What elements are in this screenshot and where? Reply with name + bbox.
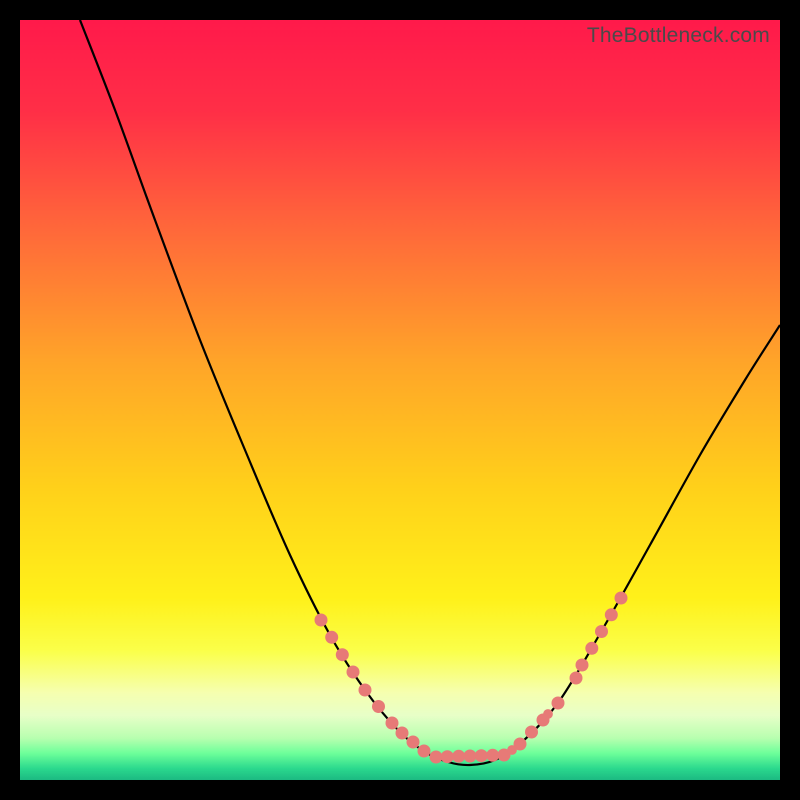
- bead-dot: [516, 740, 525, 749]
- bead-dot: [407, 736, 420, 749]
- bead-dot: [420, 747, 429, 756]
- bead-dot: [554, 699, 563, 708]
- bead-dot: [349, 668, 358, 677]
- chart-frame: TheBottleneck.com: [20, 20, 780, 780]
- bead-dot: [525, 726, 538, 739]
- bead-dot: [543, 709, 553, 719]
- bead-dot: [452, 750, 465, 763]
- bead-dot: [605, 608, 618, 621]
- bead-dot: [317, 616, 326, 625]
- bead-dot: [585, 642, 598, 655]
- bottleneck-curve-path: [80, 20, 780, 765]
- bead-dot: [617, 594, 626, 603]
- bead-dot: [500, 751, 509, 760]
- bead-dot: [507, 745, 517, 755]
- bead-dot: [595, 625, 608, 638]
- bead-dot: [464, 750, 477, 763]
- bead-dot: [578, 661, 587, 670]
- bead-layer: [315, 592, 628, 764]
- bead-dot: [325, 631, 338, 644]
- curve-layer: [20, 20, 780, 780]
- bead-dot: [398, 729, 407, 738]
- bead-dot: [572, 674, 581, 683]
- bead-dot: [432, 753, 441, 762]
- bead-dot: [486, 749, 499, 762]
- bead-dot: [441, 750, 454, 763]
- bead-dot: [388, 719, 397, 728]
- bead-dot: [372, 700, 385, 713]
- watermark-text: TheBottleneck.com: [587, 24, 770, 48]
- bead-dot: [361, 686, 370, 695]
- bead-dot: [475, 749, 488, 762]
- bead-dot: [336, 648, 349, 661]
